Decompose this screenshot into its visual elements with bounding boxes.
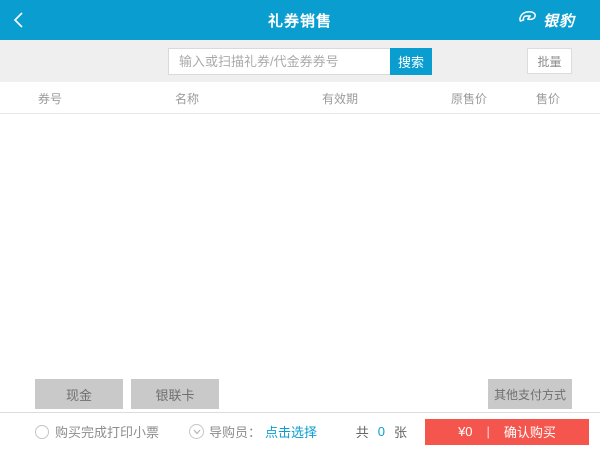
batch-button[interactable]: 批量 [527, 48, 572, 74]
radio-unchecked-icon [35, 425, 49, 439]
voucher-search-input[interactable] [168, 48, 390, 75]
total-count-value: 0 [378, 424, 385, 439]
total-prefix: 共 [356, 422, 369, 441]
header-name: 名称 [175, 90, 322, 107]
total-suffix: 张 [394, 422, 407, 441]
cash-payment-button[interactable]: 现金 [35, 379, 123, 409]
leopard-logo-icon [519, 10, 539, 31]
header-validity: 有效期 [322, 90, 392, 107]
confirm-label: 确认购买 [504, 422, 556, 441]
topbar: 礼券销售 银豹 [0, 0, 600, 40]
brand-name: 银豹 [543, 10, 575, 31]
header-voucher-code: 券号 [38, 90, 175, 107]
print-receipt-label: 购买完成打印小票 [55, 422, 159, 441]
confirm-purchase-button[interactable]: ¥0 | 确认购买 [425, 419, 589, 445]
other-payment-button[interactable]: 其他支付方式 [488, 379, 572, 409]
back-button[interactable] [0, 11, 90, 29]
unionpay-payment-button[interactable]: 银联卡 [131, 379, 219, 409]
confirm-divider: | [487, 424, 490, 439]
print-receipt-toggle[interactable]: 购买完成打印小票 [35, 422, 159, 441]
payment-methods-row: 现金 银联卡 其他支付方式 [0, 379, 600, 409]
confirm-amount: ¥0 [458, 424, 472, 439]
guide-label: 导购员： [209, 422, 261, 441]
voucher-table-header: 券号 名称 有效期 原售价 售价 [0, 84, 600, 114]
total-count-display: 共 0 张 [356, 422, 407, 441]
bottom-bar: 购买完成打印小票 导购员： 点击选择 共 0 张 ¥0 | 确认购买 [0, 412, 600, 450]
sales-guide-selector[interactable]: 导购员： 点击选择 [189, 422, 317, 441]
brand-logo: 银豹 [510, 10, 600, 31]
chevron-down-circle-icon [189, 424, 204, 439]
search-button[interactable]: 搜索 [390, 48, 432, 75]
gift-voucher-sales-screen: 礼券销售 银豹 搜索 批量 券号 名称 有效期 原售价 售价 现金 银联卡 其他… [0, 0, 600, 450]
chevron-left-icon [12, 11, 24, 29]
header-sale-price: 售价 [487, 90, 560, 107]
search-group: 搜索 [168, 48, 432, 75]
guide-click-to-select[interactable]: 点击选择 [265, 422, 317, 441]
page-title: 礼券销售 [90, 10, 510, 31]
search-row: 搜索 批量 [0, 40, 600, 82]
voucher-table-body [0, 114, 600, 379]
header-original-price: 原售价 [392, 90, 487, 107]
